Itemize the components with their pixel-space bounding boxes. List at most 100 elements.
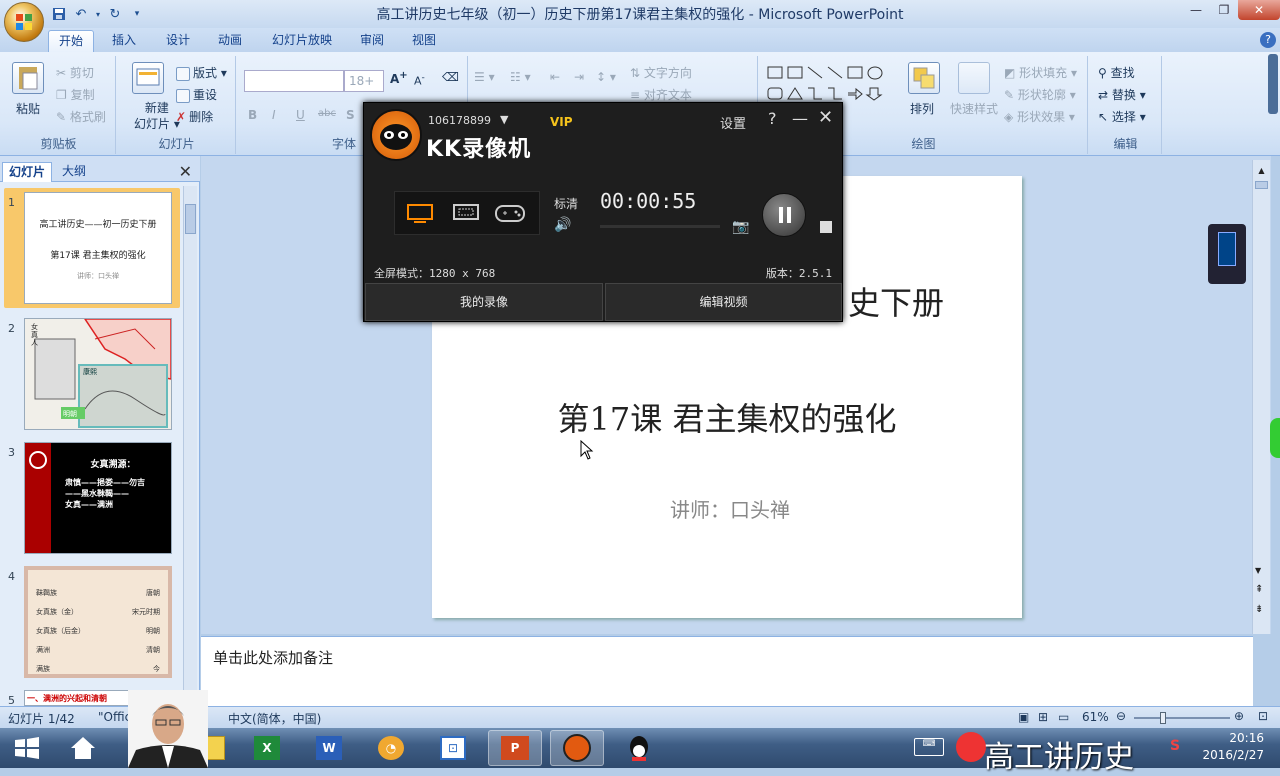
zoom-slider-thumb[interactable] [1160,712,1166,724]
tab-review[interactable]: 审阅 [350,30,394,52]
fullscreen-mode-icon[interactable] [406,203,434,228]
tab-slideshow[interactable]: 幻灯片放映 [262,30,342,52]
normal-view-icon[interactable]: ▣ [1018,710,1029,724]
side-widget-icon[interactable] [1270,418,1280,458]
clock-time[interactable]: 20:16 [1204,731,1264,745]
new-slide-icon[interactable] [132,62,164,94]
minimize-button[interactable]: — [1182,0,1210,20]
region-mode-icon[interactable] [452,203,480,228]
decrease-indent-icon[interactable]: ⇤ [550,70,560,84]
project-icon[interactable]: ⊡ [426,730,480,766]
my-recordings-button[interactable]: 我的录像 [365,283,603,321]
thumbnails-scrollbar[interactable] [183,186,197,706]
volume-icon[interactable]: 🔊 [554,217,571,233]
help-icon[interactable]: ? [1260,32,1276,48]
undo-icon[interactable]: ↶ [72,5,90,23]
reset-button[interactable]: 重设 [176,86,217,103]
tab-home[interactable]: 开始 [48,30,95,52]
increase-indent-icon[interactable]: ⇥ [574,70,584,84]
quick-styles-button[interactable]: 快速样式 [950,100,998,117]
scroll-thumb[interactable] [185,204,196,234]
outlook-icon[interactable]: ◔ [364,730,418,766]
game-mode-icon[interactable] [494,203,526,228]
slide-thumbnail-1[interactable]: 高工讲历史——初一历史下册 第17课 君主集权的强化 讲师：口头禅 [24,192,172,304]
cut-button[interactable]: ✂ 剪切 [56,64,94,81]
prev-slide-icon[interactable]: ⇞ [1255,584,1263,595]
arrange-icon[interactable] [908,62,940,94]
paste-button[interactable]: 粘贴 [16,100,40,117]
kk-account[interactable]: 106178899 [428,114,491,127]
kk-minimize-button[interactable]: — [792,109,808,128]
bold-icon[interactable]: B [248,108,257,122]
slideshow-view-icon[interactable]: ▭ [1058,710,1069,724]
text-direction-button[interactable]: ⇅ 文字方向 [630,64,692,81]
shape-fill-button[interactable]: ◩ 形状填充 ▾ [1004,64,1077,81]
tab-view[interactable]: 视图 [402,30,446,52]
kk-settings-button[interactable]: 设置 [720,113,746,132]
save-icon[interactable] [50,5,68,23]
slide-subtitle[interactable]: 讲师：口头禅 [432,494,1028,523]
start-button[interactable] [0,730,54,766]
slide-thumbnail-4[interactable]: 靺鞨族 唐朝 女真族（金） 宋元时期 女真族（后金） 明朝 满洲 清朝 满族今 [24,566,172,678]
ribbon-scrollbar[interactable] [1268,54,1278,114]
clock-date[interactable]: 2016/2/27 [1196,748,1264,762]
zoom-slider[interactable] [1134,712,1230,724]
quality-selector[interactable]: 标清 [554,195,578,212]
slide-title-line2[interactable]: 第17课 君主集权的强化 [432,394,1022,440]
qq-icon[interactable] [612,730,666,766]
arrange-button[interactable]: 排列 [910,100,934,117]
pause-button[interactable] [762,193,806,237]
close-pane-icon[interactable]: ✕ [179,162,192,181]
word-icon[interactable]: W [302,730,356,766]
tab-animations[interactable]: 动画 [208,30,252,52]
kk-recorder-taskbar-icon[interactable] [550,730,604,766]
layout-button[interactable]: 版式 ▾ [176,64,227,81]
account-dropdown-icon[interactable]: ▼ [500,113,508,126]
align-text-button[interactable]: ≡ 对齐文本 [630,86,692,103]
shape-outline-button[interactable]: ✎ 形状轮廓 ▾ [1004,86,1076,103]
find-button[interactable]: ⚲ 查找 [1098,64,1135,81]
powerpoint-icon[interactable]: P [488,730,542,766]
language-indicator[interactable]: 中文(简体，中国) [228,710,321,727]
line-spacing-icon[interactable]: ↕ ▾ [596,70,616,84]
shrink-font-icon[interactable]: A- [414,72,425,88]
sorter-view-icon[interactable]: ⊞ [1038,710,1048,724]
slide-scrollbar[interactable]: ▲ ▼ ⇞ ⇟ [1252,160,1270,634]
scroll-down-icon[interactable]: ▼ [1255,566,1261,575]
slide-thumbnail-3[interactable]: 女真溯源： 肃慎——挹娄——勿吉 ——黑水靺鞨—— 女真——满洲 [24,442,172,554]
volume-slider[interactable] [600,225,720,228]
close-button[interactable]: ✕ [1238,0,1280,20]
shadow-icon[interactable]: S [346,108,355,122]
font-name-field[interactable] [244,70,344,92]
clear-format-icon[interactable]: ⌫ [442,70,459,84]
scroll-up-icon[interactable]: ▲ [1255,166,1268,175]
sogou-icon[interactable] [956,732,986,762]
notes-pane[interactable]: 单击此处添加备注 [201,636,1253,706]
tab-design[interactable]: 设计 [156,30,200,52]
fit-window-icon[interactable]: ⊡ [1258,709,1268,723]
slide-thumbnail-2[interactable]: 女真人 康熙 明朝 [24,318,172,430]
restore-button[interactable]: ❐ [1210,0,1238,20]
replace-button[interactable]: ⇄ 替换 ▾ [1098,86,1146,103]
format-painter-button[interactable]: ✎ 格式刷 [56,108,106,125]
strikethrough-icon[interactable]: abc [318,108,336,119]
phone-widget-icon[interactable] [1208,224,1246,284]
excel-icon[interactable]: X [240,730,294,766]
customize-qat-icon[interactable]: ▾ [128,5,146,23]
grow-font-icon[interactable]: A+ [390,70,408,86]
kk-close-button[interactable]: ✕ [818,107,833,128]
stop-button[interactable] [820,221,832,233]
new-slide-button[interactable]: 新建 幻灯片 ▾ [134,100,180,132]
ime-s-icon[interactable]: S [1170,738,1180,754]
italic-icon[interactable]: I [272,108,276,122]
select-button[interactable]: ↖ 选择 ▾ [1098,108,1146,125]
edit-video-button[interactable]: 编辑视频 [605,283,842,321]
shape-effects-button[interactable]: ◈ 形状效果 ▾ [1004,108,1075,125]
scroll-thumb[interactable] [1255,181,1268,189]
keyboard-icon[interactable]: ⌨ [914,738,944,756]
zoom-level[interactable]: 61% [1082,710,1109,724]
copy-button[interactable]: ❐ 复制 [56,86,95,103]
tab-outline[interactable]: 大纲 [56,162,92,182]
zoom-out-icon[interactable]: ⊖ [1116,709,1126,723]
kk-help-button[interactable]: ? [768,109,777,128]
